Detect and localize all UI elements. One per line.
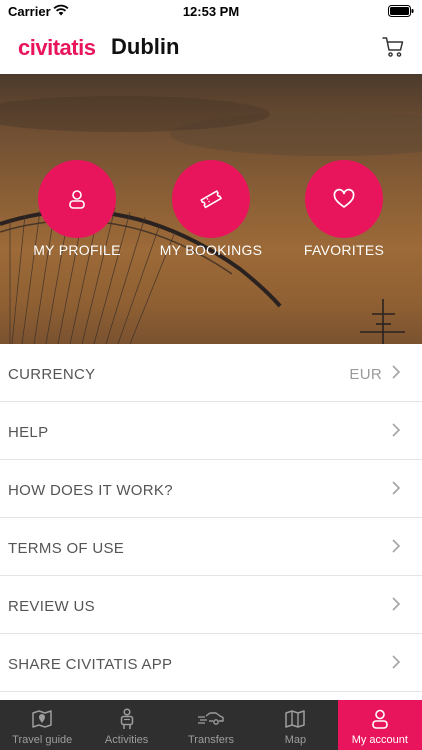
tab-map[interactable]: Map bbox=[253, 700, 337, 750]
chevron-right-icon bbox=[392, 365, 400, 379]
app-header: civitatis Dublin bbox=[0, 24, 422, 74]
map-icon bbox=[285, 710, 306, 728]
favorites-label: FAVORITES bbox=[303, 242, 385, 258]
user-icon bbox=[372, 709, 388, 729]
tab-label: My account bbox=[351, 734, 408, 746]
chevron-right-icon bbox=[392, 539, 400, 553]
menu-item-help[interactable]: HELP bbox=[0, 402, 422, 460]
menu-item-label: TERMS OF USE bbox=[8, 540, 125, 557]
cart-icon[interactable] bbox=[382, 36, 404, 58]
car-icon bbox=[198, 712, 224, 725]
map-pin-icon bbox=[32, 710, 52, 728]
menu-item-how-it-works[interactable]: HOW DOES IT WORK? bbox=[0, 460, 422, 518]
my-bookings-label: MY BOOKINGS bbox=[159, 242, 263, 258]
battery-icon bbox=[388, 5, 414, 17]
menu-item-label: CURRENCY bbox=[8, 366, 96, 383]
menu-item-currency[interactable]: CURRENCY EUR bbox=[0, 344, 422, 402]
civitatis-logo[interactable]: civitatis bbox=[18, 35, 96, 61]
menu-item-share-app[interactable]: SHARE CIVITATIS APP bbox=[0, 634, 422, 692]
favorites-circle bbox=[305, 160, 383, 238]
my-profile-button[interactable]: MY PROFILE bbox=[22, 160, 132, 258]
status-bar: Carrier 12:53 PM bbox=[0, 0, 422, 24]
menu-item-label: REVIEW US bbox=[8, 598, 95, 615]
chevron-right-icon bbox=[392, 481, 400, 495]
bottom-tab-bar: Travel guide Activities Transfers Map My… bbox=[0, 700, 422, 750]
tab-label: Map bbox=[284, 734, 307, 746]
tab-label: Transfers bbox=[187, 734, 235, 746]
ticket-icon bbox=[200, 190, 222, 209]
tab-my-account[interactable]: My account bbox=[337, 700, 422, 750]
chevron-right-icon bbox=[392, 423, 400, 437]
chevron-right-icon bbox=[392, 597, 400, 611]
my-profile-label: MY PROFILE bbox=[33, 242, 121, 258]
user-icon bbox=[69, 190, 85, 209]
tab-label: Activities bbox=[104, 734, 149, 746]
menu-item-label: SHARE CIVITATIS APP bbox=[8, 656, 173, 673]
tab-travel-guide[interactable]: Travel guide bbox=[0, 700, 84, 750]
tab-label: Travel guide bbox=[12, 734, 73, 746]
tab-activities[interactable]: Activities bbox=[84, 700, 168, 750]
currency-value: EUR bbox=[349, 366, 382, 383]
favorites-button[interactable]: FAVORITES bbox=[289, 160, 399, 258]
tab-transfers[interactable]: Transfers bbox=[169, 700, 253, 750]
menu-item-review-us[interactable]: REVIEW US bbox=[0, 576, 422, 634]
account-hero: MY PROFILE MY BOOKINGS FAVORITES bbox=[0, 74, 422, 344]
status-time: 12:53 PM bbox=[182, 4, 240, 19]
menu-item-label: HELP bbox=[8, 424, 49, 441]
my-profile-circle bbox=[38, 160, 116, 238]
account-menu: CURRENCY EUR HELP HOW DOES IT WORK? TERM… bbox=[0, 344, 422, 692]
menu-item-terms-of-use[interactable]: TERMS OF USE bbox=[0, 518, 422, 576]
traveler-icon bbox=[120, 708, 133, 729]
chevron-right-icon bbox=[392, 655, 400, 669]
heart-icon bbox=[333, 188, 355, 208]
menu-item-label: HOW DOES IT WORK? bbox=[8, 482, 173, 499]
my-bookings-circle bbox=[172, 160, 250, 238]
city-name: Dublin bbox=[111, 34, 180, 59]
my-bookings-button[interactable]: MY BOOKINGS bbox=[156, 160, 266, 258]
